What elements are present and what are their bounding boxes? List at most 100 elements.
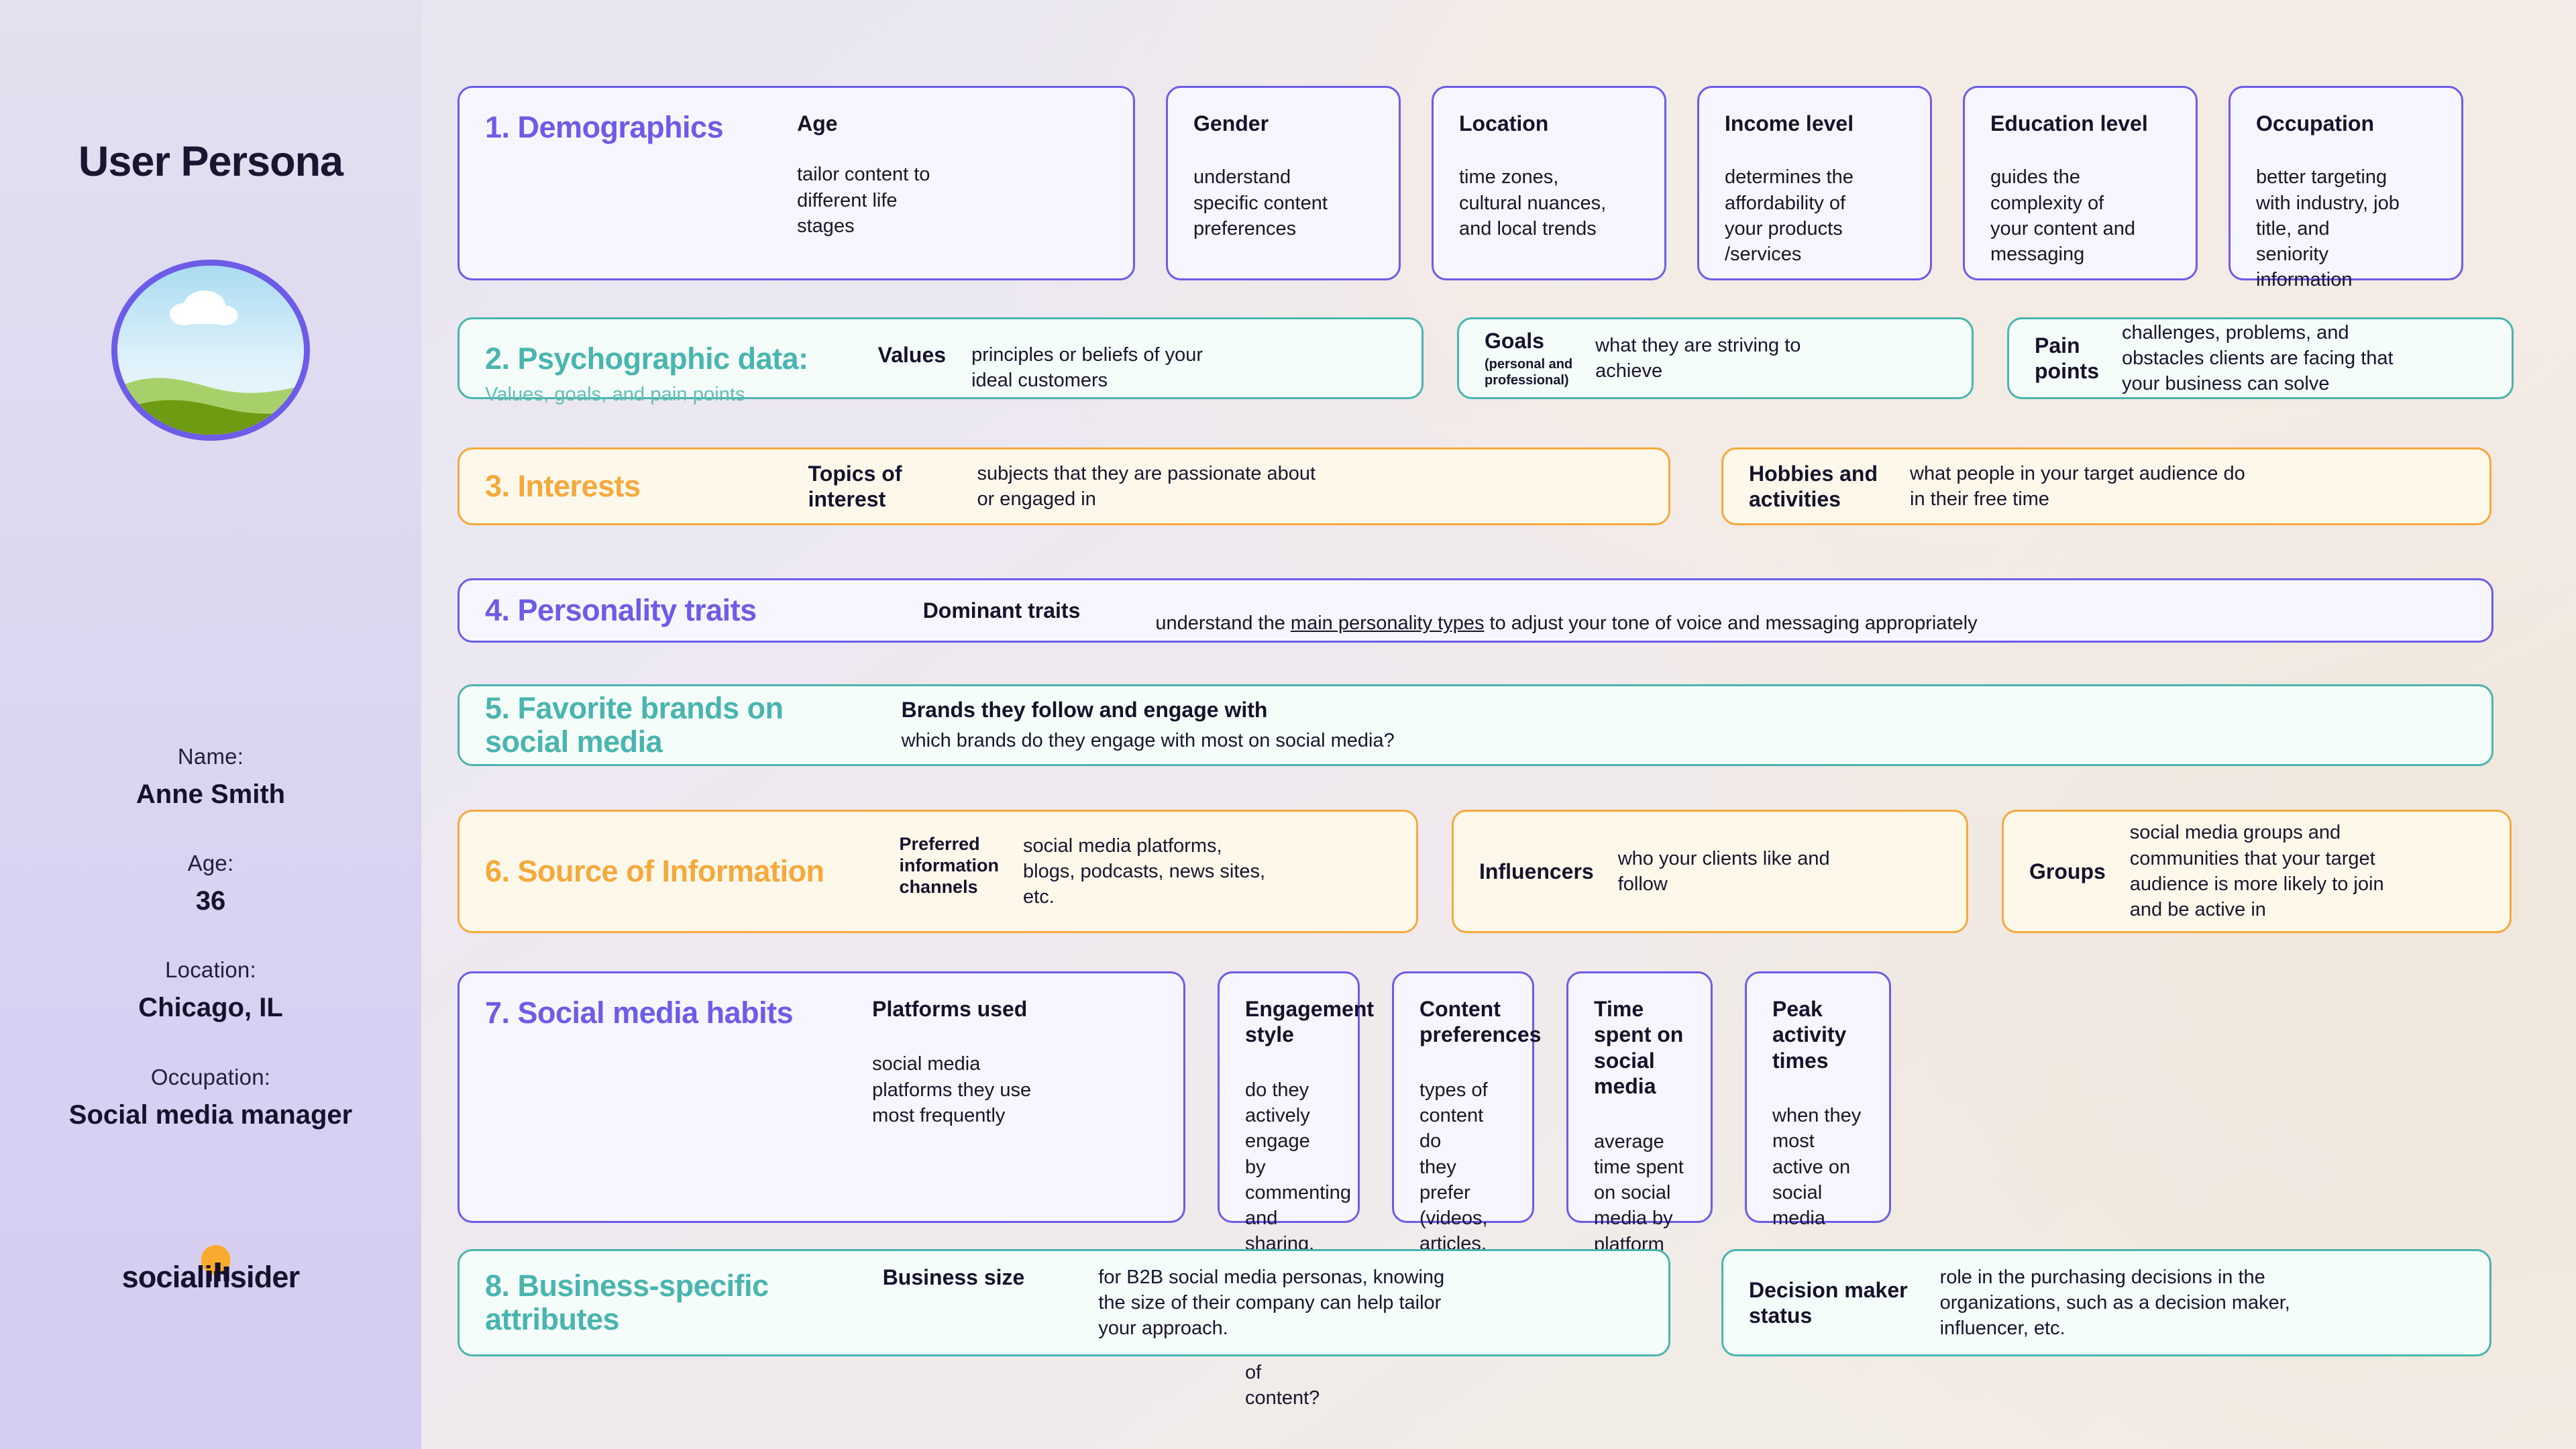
attr-label-location: Location bbox=[1459, 111, 1549, 136]
attr-label-peak-activity-times: Peak activity times bbox=[1772, 997, 1847, 1073]
section-subtitle-psychographic: Values, goals, and pain points bbox=[485, 384, 745, 406]
attr-label-education-level: Education level bbox=[1990, 111, 2148, 136]
attr-desc-groups: social media groups and communities that… bbox=[2129, 822, 2384, 921]
attr-desc-education-level: guides the complexity of your content an… bbox=[1990, 166, 2136, 266]
source-of-information-lead-card: 6. Source of Information Preferred infor… bbox=[458, 810, 1418, 933]
attr-label-content-preferences: Content preferences bbox=[1419, 997, 1542, 1047]
section-title-interests: 3. Interests bbox=[485, 468, 641, 503]
attr-desc-occupation: better targeting with industry, job titl… bbox=[2256, 166, 2400, 291]
card-peak-activity-times: Peak activity times when they most activ… bbox=[1745, 971, 1891, 1229]
attr-desc-platforms-used: social media platforms they use most fre… bbox=[872, 1053, 1032, 1126]
section-title-source-of-information: 6. Source of Information bbox=[485, 853, 824, 888]
platforms-used-block: Platforms used social media platforms th… bbox=[872, 996, 1031, 1198]
personality-traits-card: 4. Personality traits Dominant traits un… bbox=[458, 578, 2493, 643]
logo-bars-icon bbox=[206, 1261, 229, 1281]
demographics-age-block: Age tailor content to different life sta… bbox=[797, 111, 930, 256]
socialinsider-logo: socialinsider bbox=[122, 1245, 300, 1295]
attr-desc-age: tailor content to different life stages bbox=[797, 164, 930, 237]
card-influencers: Influencers who your clients like and fo… bbox=[1452, 810, 1968, 933]
attr-label-topics-of-interest: Topics of interest bbox=[808, 461, 902, 511]
favorite-brands-block: Brands they follow and engage with which… bbox=[902, 697, 1395, 754]
persona-sections: 1. Demographics Age tailor content to di… bbox=[458, 0, 2576, 1449]
section-title-social-media-habits: 7. Social media habits bbox=[485, 996, 794, 1030]
attr-desc-pain-points: challenges, problems, and obstacles clie… bbox=[2121, 321, 2394, 395]
dominant-traits-link[interactable]: main personality types bbox=[1291, 612, 1485, 634]
attr-label-influencers: Influencers bbox=[1479, 859, 1594, 883]
location-value: Chicago, IL bbox=[138, 993, 283, 1023]
psychographic-lead-card: 2. Psychographic data: Values, goals, an… bbox=[458, 317, 1424, 405]
attr-label-values: Values bbox=[877, 343, 947, 367]
section-title-psychographic: 2. Psychographic data: bbox=[485, 341, 808, 376]
attr-label-preferred-information-channels: Preferred information channels bbox=[899, 833, 1000, 898]
age-value: 36 bbox=[195, 886, 226, 916]
persona-sidebar: User Persona Name: Anne Smith Age: 36 Lo… bbox=[0, 0, 421, 1449]
attr-label-decision-maker-status: Decision maker status bbox=[1749, 1277, 1908, 1328]
card-content-preferences: Content preferences types of content do … bbox=[1392, 971, 1542, 1332]
attr-desc-hobbies: what people in your target audience do i… bbox=[1910, 462, 2245, 510]
section-source-of-information: 6. Source of Information Preferred infor… bbox=[458, 810, 2512, 933]
interests-topics-block: Topics of interest subjects that they ar… bbox=[808, 461, 1316, 513]
personality-dominant-traits-block: Dominant traits understand the main pers… bbox=[923, 585, 1978, 637]
section-title-demographics: 1. Demographics bbox=[485, 110, 724, 144]
card-goals: Goals (personal and professional) what t… bbox=[1457, 317, 1974, 399]
attr-desc-topics-of-interest: subjects that they are passionate about … bbox=[977, 462, 1316, 510]
attr-desc-business-size: for B2B social media personas, knowing t… bbox=[1098, 1266, 1445, 1340]
dominant-traits-desc-pre: understand the bbox=[1155, 612, 1285, 634]
attr-label-brands-they-follow: Brands they follow and engage with bbox=[901, 697, 1268, 722]
user-persona-infographic: User Persona Name: Anne Smith Age: 36 Lo… bbox=[0, 0, 2576, 1449]
occupation-value: Social media manager bbox=[68, 1099, 353, 1130]
section-social-media-habits: 7. Social media habits Platforms used so… bbox=[458, 971, 1891, 1409]
attr-label-age: Age bbox=[797, 111, 838, 136]
section-demographics: 1. Demographics Age tailor content to di… bbox=[458, 86, 2463, 290]
attr-label-goals-text: Goals bbox=[1485, 328, 1544, 353]
location-label: Location: bbox=[165, 957, 256, 983]
section-title-personality-traits: 4. Personality traits bbox=[485, 592, 757, 627]
card-income-level: Income level determines the affordabilit… bbox=[1697, 86, 1932, 280]
section-interests: 3. Interests Topics of interest subjects… bbox=[458, 447, 2491, 525]
avatar-landscape-icon bbox=[117, 266, 304, 435]
card-gender: Gender understand specific content prefe… bbox=[1166, 86, 1401, 280]
card-hobbies-and-activities: Hobbies and activities what people in yo… bbox=[1721, 447, 2491, 525]
card-pain-points: Pain points challenges, problems, and ob… bbox=[2007, 317, 2514, 399]
name-label: Name: bbox=[177, 744, 244, 769]
attr-label-groups: Groups bbox=[2029, 859, 2106, 883]
attr-desc-influencers: who your clients like and follow bbox=[1617, 847, 1830, 895]
occupation-label: Occupation: bbox=[150, 1064, 271, 1089]
attr-label-occupation: Occupation bbox=[2256, 111, 2375, 136]
attr-label-goals-sub: (personal and professional) bbox=[1485, 357, 1573, 388]
attr-label-gender: Gender bbox=[1193, 111, 1269, 136]
section-business-specific-attributes: 8. Business-specific attributes Business… bbox=[458, 1249, 2491, 1356]
attr-desc-peak-activity-times: when they most active on social media bbox=[1772, 1105, 1862, 1230]
attr-label-business-size: Business size bbox=[882, 1265, 1025, 1289]
card-decision-maker-status: Decision maker status role in the purcha… bbox=[1721, 1249, 2491, 1356]
attr-label-pain-points: Pain points bbox=[2035, 333, 2099, 383]
attr-label-dominant-traits: Dominant traits bbox=[922, 598, 1081, 623]
attr-desc-values: principles or beliefs of your ideal cust… bbox=[971, 344, 1203, 392]
business-size-block: Business size for B2B social media perso… bbox=[883, 1265, 1444, 1342]
attr-label-hobbies: Hobbies and activities bbox=[1749, 461, 1878, 511]
card-location: Location time zones, cultural nuances, a… bbox=[1432, 86, 1666, 280]
attr-desc-decision-maker-status: role in the purchasing decisions in the … bbox=[1939, 1266, 2290, 1340]
favorite-brands-card: 5. Favorite brands on social media Brand… bbox=[458, 684, 2493, 766]
attr-desc-location: time zones, cultural nuances, and local … bbox=[1459, 166, 1607, 239]
section-title-business-specific: 8. Business-specific attributes bbox=[485, 1268, 769, 1336]
business-specific-lead-card: 8. Business-specific attributes Business… bbox=[458, 1249, 1670, 1356]
psychographic-values-block: Values principles or beliefs of your ide… bbox=[878, 342, 1203, 394]
attr-label-time-spent-on-social-media: Time spent on social media bbox=[1594, 997, 1684, 1099]
attr-desc-gender: understand specific content preferences bbox=[1193, 166, 1328, 239]
attr-desc-brands-they-follow: which brands do they engage with most on… bbox=[901, 730, 1395, 752]
card-groups: Groups social media groups and communiti… bbox=[2002, 810, 2512, 933]
card-education-level: Education level guides the complexity of… bbox=[1963, 86, 2198, 280]
preferred-channels-block: Preferred information channels social me… bbox=[900, 833, 1266, 910]
demographics-lead-card: 1. Demographics Age tailor content to di… bbox=[458, 86, 1135, 280]
card-time-spent: Time spent on social media average time … bbox=[1566, 971, 1713, 1255]
card-engagement-style: Engagement style do they actively engage… bbox=[1218, 971, 1374, 1409]
attr-desc-preferred-information-channels: social media platforms, blogs, podcasts,… bbox=[1023, 835, 1266, 908]
attr-desc-time-spent-on-social-media: average time spent on social media by pl… bbox=[1594, 1130, 1684, 1255]
attr-desc-dominant-traits: understand the main personality types to… bbox=[1155, 585, 1977, 637]
name-value: Anne Smith bbox=[136, 780, 286, 809]
attr-label-platforms-used: Platforms used bbox=[872, 997, 1028, 1021]
dominant-traits-desc-post: to adjust your tone of voice and messagi… bbox=[1489, 612, 1978, 634]
attr-desc-income-level: determines the affordability of your pro… bbox=[1725, 166, 1854, 266]
card-occupation: Occupation better targeting with industr… bbox=[2229, 86, 2463, 290]
